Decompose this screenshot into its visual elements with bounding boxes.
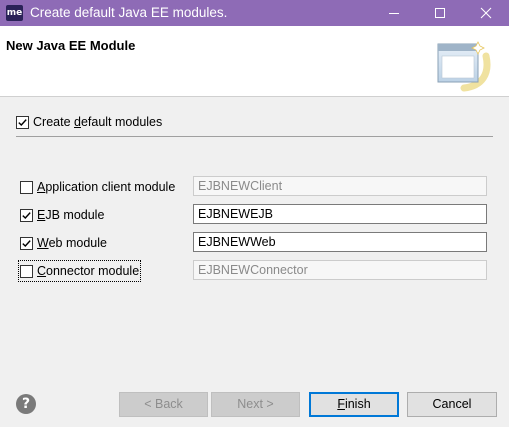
connector-module-label: Connector module bbox=[37, 264, 140, 278]
checkbox-icon bbox=[16, 115, 29, 129]
create-default-modules-checkbox[interactable]: Create default modules bbox=[16, 113, 162, 131]
close-button[interactable] bbox=[463, 0, 509, 26]
application-client-module-label: Application client module bbox=[37, 180, 176, 194]
close-icon bbox=[480, 7, 492, 19]
help-button[interactable]: ? bbox=[16, 394, 36, 414]
application-client-module-name-field: EJBNEWClient bbox=[193, 176, 487, 196]
checkbox-icon bbox=[20, 264, 33, 278]
window-title: Create default Java EE modules. bbox=[30, 5, 228, 20]
page-title: New Java EE Module bbox=[6, 38, 136, 53]
finish-button[interactable]: Finish bbox=[309, 392, 399, 417]
web-module-label: Web module bbox=[37, 236, 107, 250]
create-default-modules-label: Create default modules bbox=[33, 115, 163, 129]
next-button[interactable]: Next > bbox=[211, 392, 300, 417]
web-module-name-field[interactable]: EJBNEWWeb bbox=[193, 232, 487, 252]
title-bar[interactable]: me Create default Java EE modules. bbox=[0, 0, 509, 26]
checkbox-icon bbox=[20, 208, 33, 222]
checkbox-icon bbox=[20, 236, 33, 250]
app-icon: me bbox=[6, 5, 23, 21]
header-separator bbox=[0, 96, 509, 97]
ejb-module-label: EJB module bbox=[37, 208, 105, 222]
connector-module-checkbox[interactable]: Connector module bbox=[17, 260, 142, 282]
connector-module-name-field: EJBNEWConnector bbox=[193, 260, 487, 280]
maximize-button[interactable] bbox=[417, 0, 463, 26]
wizard-header: New Java EE Module bbox=[0, 26, 509, 96]
ejb-module-checkbox[interactable]: EJB module bbox=[20, 206, 104, 224]
minimize-icon bbox=[389, 13, 399, 14]
cancel-button[interactable]: Cancel bbox=[407, 392, 497, 417]
web-module-checkbox[interactable]: Web module bbox=[20, 234, 107, 252]
help-icon: ? bbox=[21, 396, 31, 412]
back-button[interactable]: < Back bbox=[119, 392, 208, 417]
minimize-button[interactable] bbox=[371, 0, 417, 26]
checkbox-icon bbox=[20, 180, 33, 194]
application-client-module-checkbox[interactable]: Application client module bbox=[20, 178, 175, 196]
maximize-icon bbox=[435, 8, 445, 18]
ejb-module-name-field[interactable]: EJBNEWEJB bbox=[193, 204, 487, 224]
dialog-window: me Create default Java EE modules. New J… bbox=[0, 0, 509, 427]
wizard-banner-icon bbox=[434, 36, 492, 95]
separator bbox=[16, 136, 493, 137]
